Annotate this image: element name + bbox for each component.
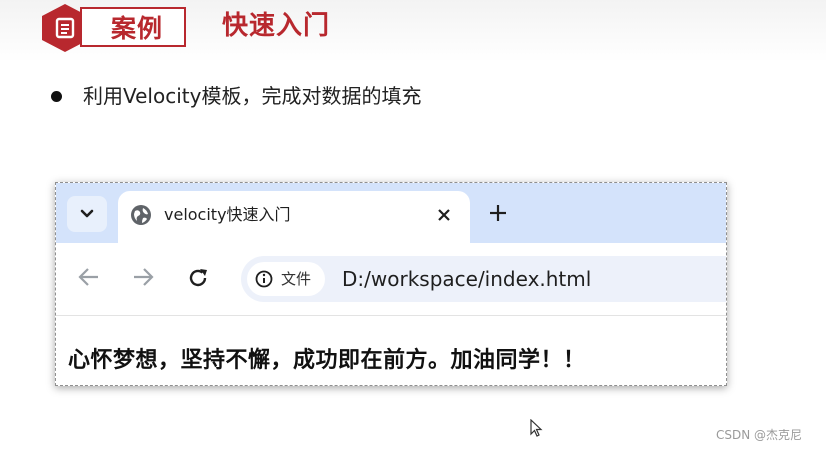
bullet-point	[51, 91, 62, 102]
bullet-text: 利用Velocity模板，完成对数据的填充	[83, 84, 422, 108]
tab-list-button[interactable]	[67, 196, 107, 232]
reload-icon[interactable]	[187, 267, 209, 289]
info-icon	[255, 270, 273, 288]
url-text[interactable]: D:/workspace/index.html	[342, 266, 591, 292]
watermark: CSDN @杰克尼	[716, 428, 803, 442]
site-info-chip[interactable]: 文件	[247, 262, 325, 296]
plus-icon[interactable]	[488, 203, 508, 223]
tab-velocity[interactable]: velocity快速入门	[118, 191, 470, 243]
browser-window: velocity快速入门 文件 D:/workspace/index.html …	[55, 182, 727, 386]
chevron-down-icon	[80, 209, 94, 218]
globe-icon	[131, 205, 151, 225]
tab-strip: velocity快速入门	[56, 183, 726, 243]
page-content: 心怀梦想，坚持不懈，成功即在前方。加油同学！！	[68, 348, 586, 373]
browser-toolbar: 文件 D:/workspace/index.html	[56, 243, 726, 316]
mouse-cursor-icon	[530, 419, 543, 437]
close-icon[interactable]	[436, 207, 452, 223]
back-arrow-icon[interactable]	[78, 267, 100, 287]
case-badge: 案例	[80, 7, 186, 47]
forward-arrow-icon[interactable]	[132, 267, 154, 287]
site-chip-label: 文件	[281, 270, 312, 288]
tab-title: velocity快速入门	[164, 205, 291, 224]
address-bar[interactable]: 文件 D:/workspace/index.html	[241, 256, 726, 302]
slide-title: 快速入门	[222, 11, 331, 41]
